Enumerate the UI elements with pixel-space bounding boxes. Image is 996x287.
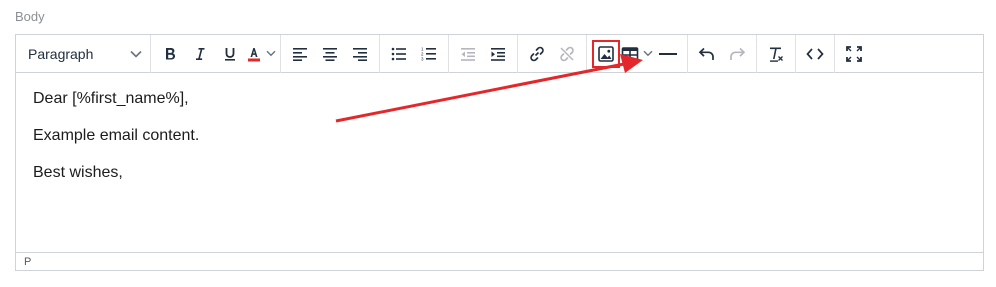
italic-icon <box>192 46 208 62</box>
outdent-icon <box>460 47 476 61</box>
align-center-icon <box>322 47 338 61</box>
numbered-list-button[interactable]: 123 <box>414 39 444 69</box>
insert-image-button[interactable] <box>591 39 621 69</box>
link-button[interactable] <box>522 39 552 69</box>
source-code-button[interactable] <box>800 39 830 69</box>
indent-button[interactable] <box>483 39 513 69</box>
image-icon <box>597 45 615 63</box>
toolbar-group-indent <box>449 34 518 73</box>
fullscreen-button[interactable] <box>839 39 869 69</box>
numbered-list-icon: 123 <box>421 46 437 62</box>
toolbar-group-clear <box>757 34 796 73</box>
fullscreen-icon <box>845 45 863 63</box>
content-paragraph: Dear [%first_name%], <box>33 90 189 107</box>
source-code-icon <box>806 47 824 61</box>
toolbar-group-format: Paragraph <box>16 34 151 73</box>
table-button[interactable] <box>621 39 653 69</box>
bold-icon <box>162 46 178 62</box>
content-paragraph: Example email content. <box>33 127 200 144</box>
bullet-list-icon <box>391 47 407 61</box>
toolbar-group-align <box>281 34 380 73</box>
chevron-down-icon[interactable] <box>643 50 653 57</box>
clear-formatting-button[interactable] <box>761 39 791 69</box>
horizontal-line-button[interactable] <box>653 39 683 69</box>
undo-button[interactable] <box>692 39 722 69</box>
field-label: Body <box>15 9 45 24</box>
align-right-button[interactable] <box>345 39 375 69</box>
align-center-button[interactable] <box>315 39 345 69</box>
editor-content-area[interactable]: Dear [%first_name%], Example email conte… <box>16 73 983 253</box>
chevron-down-icon <box>130 50 142 58</box>
svg-text:3: 3 <box>421 56 424 61</box>
toolbar-group-lists: 123 <box>380 34 449 73</box>
toolbar-group-code <box>796 34 835 73</box>
clear-formatting-icon <box>767 45 785 63</box>
toolbar-group-text <box>151 34 281 73</box>
align-left-button[interactable] <box>285 39 315 69</box>
align-right-icon <box>352 47 368 61</box>
content-paragraph: Best wishes, <box>33 164 123 181</box>
link-icon <box>528 45 546 63</box>
text-color-icon <box>245 45 263 63</box>
table-icon <box>621 46 639 62</box>
toolbar-group-view <box>835 35 873 73</box>
block-format-label: Paragraph <box>28 45 94 62</box>
block-format-dropdown[interactable]: Paragraph <box>20 39 146 69</box>
editor-toolbar: Paragraph 1 2 3 <box>16 34 983 73</box>
bold-button[interactable] <box>155 39 185 69</box>
rich-text-editor: Paragraph 1 2 3 Dear [%first_name%], Exa… <box>15 34 984 271</box>
text-color-button[interactable] <box>245 39 276 69</box>
toolbar-group-insert <box>587 34 688 73</box>
underline-icon <box>222 46 238 62</box>
horizontal-line-icon <box>659 52 677 56</box>
align-left-icon <box>292 47 308 61</box>
indent-icon <box>490 47 506 61</box>
redo-icon <box>728 46 746 62</box>
italic-button[interactable] <box>185 39 215 69</box>
chevron-down-icon[interactable] <box>266 50 276 57</box>
toolbar-group-links <box>518 34 587 73</box>
unlink-icon <box>558 45 576 63</box>
toolbar-group-history <box>688 34 757 73</box>
unlink-button[interactable] <box>552 39 582 69</box>
element-path[interactable]: P <box>24 256 31 268</box>
redo-button[interactable] <box>722 39 752 69</box>
outdent-button[interactable] <box>453 39 483 69</box>
underline-button[interactable] <box>215 39 245 69</box>
bullet-list-button[interactable] <box>384 39 414 69</box>
undo-icon <box>698 46 716 62</box>
editor-statusbar: P <box>16 252 983 270</box>
